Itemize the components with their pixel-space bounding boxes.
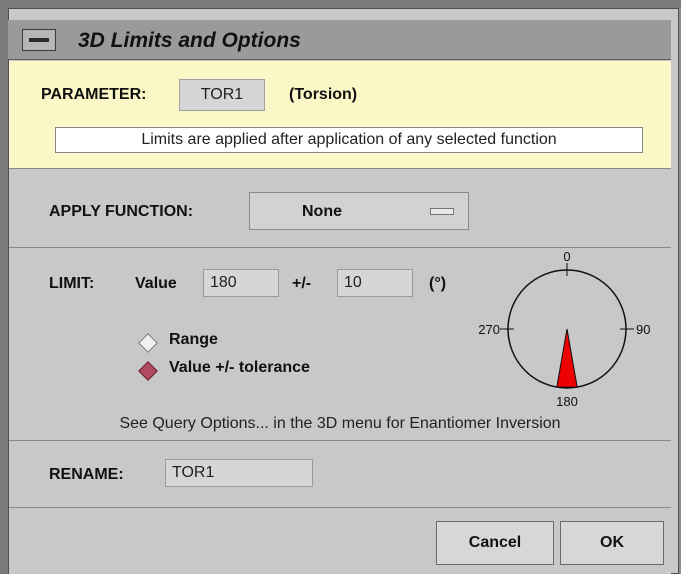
window-menu-button[interactable] xyxy=(22,29,56,51)
value-tolerance-radio-label[interactable]: Value +/- tolerance xyxy=(169,359,310,377)
rename-input[interactable]: TOR1 xyxy=(165,459,313,487)
parameter-label: PARAMETER: xyxy=(41,86,147,103)
option-menu-icon xyxy=(430,208,454,215)
window-title: 3D Limits and Options xyxy=(78,29,301,52)
parameter-section: PARAMETER: TOR1 (Torsion) Limits are app… xyxy=(9,61,671,169)
tolerance-label: +/- xyxy=(292,275,312,292)
enantiomer-note: See Query Options... in the 3D menu for … xyxy=(119,415,561,432)
value-input[interactable]: 180 xyxy=(203,269,279,297)
limits-notice: Limits are applied after application of … xyxy=(55,127,643,153)
parameter-button[interactable]: TOR1 xyxy=(179,79,265,111)
units-label: (°) xyxy=(429,275,447,292)
window-frame-top xyxy=(0,0,681,8)
dial-label-left: 270 xyxy=(478,322,500,337)
button-bar: Cancel OK xyxy=(9,509,671,574)
dial-label-top: 0 xyxy=(563,249,570,264)
title-bar[interactable]: 3D Limits and Options xyxy=(8,20,671,60)
value-tolerance-radio[interactable] xyxy=(138,361,158,381)
range-radio[interactable] xyxy=(138,333,158,353)
parameter-description: (Torsion) xyxy=(289,86,358,103)
apply-function-label: APPLY FUNCTION: xyxy=(49,203,194,220)
range-radio-label[interactable]: Range xyxy=(169,331,218,349)
apply-function-dropdown[interactable]: None xyxy=(249,192,469,230)
dial-wedge xyxy=(556,328,578,388)
minus-icon xyxy=(29,38,49,42)
rename-section: RENAME: TOR1 xyxy=(9,442,671,508)
dial-label-right: 90 xyxy=(636,322,650,337)
value-label: Value xyxy=(135,275,177,292)
limit-section: LIMIT: Value 180 +/- 10 (°) Range Value … xyxy=(9,249,671,441)
rename-label: RENAME: xyxy=(49,466,124,483)
cancel-button[interactable]: Cancel xyxy=(436,521,554,565)
apply-function-value: None xyxy=(302,203,342,220)
apply-function-section: APPLY FUNCTION: None xyxy=(9,170,671,248)
dial-label-bottom: 180 xyxy=(556,394,578,409)
ok-button[interactable]: OK xyxy=(560,521,664,565)
tolerance-input[interactable]: 10 xyxy=(337,269,413,297)
limit-label: LIMIT: xyxy=(49,275,95,292)
window-frame-left xyxy=(0,0,8,574)
torsion-dial[interactable]: 0 270 90 180 xyxy=(470,249,670,415)
